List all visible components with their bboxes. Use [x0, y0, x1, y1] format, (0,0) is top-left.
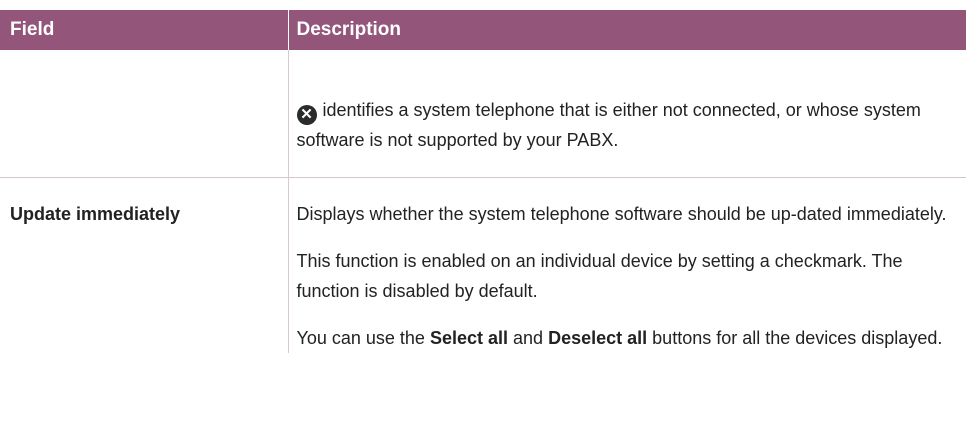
description-cell: Displays whether the system telephone so… — [287, 177, 966, 353]
buttons-paragraph: You can use the Select all and Deselect … — [297, 323, 957, 353]
select-all-label: Select all — [429, 328, 509, 348]
table-row: ✕ identifies a system telephone that is e… — [0, 50, 966, 178]
and-text: and — [513, 328, 544, 348]
description-cell: ✕ identifies a system telephone that is e… — [287, 50, 966, 178]
field-cell — [0, 50, 288, 178]
not-connected-description: identifies a system telephone that is ei… — [296, 100, 921, 150]
description-column-header: Description — [287, 10, 966, 50]
table-row: Update immediately Displays whether the … — [0, 177, 966, 353]
deselect-all-label: Deselect all — [548, 328, 648, 348]
buttons-suffix: buttons for all the devices displayed. — [652, 328, 943, 348]
not-connected-icon: ✕ — [296, 105, 317, 125]
table-header-row: Field Description — [0, 10, 966, 50]
buttons-prefix: You can use the — [296, 328, 425, 348]
description-paragraph: This function is enabled on an individua… — [296, 251, 903, 301]
description-paragraph: Displays whether the system telephone so… — [296, 204, 947, 224]
field-description-table: Field Description ✕ identifies a system t… — [0, 10, 966, 353]
field-cell-update-immediately: Update immediately — [10, 204, 181, 224]
field-column-header: Field — [0, 10, 288, 50]
